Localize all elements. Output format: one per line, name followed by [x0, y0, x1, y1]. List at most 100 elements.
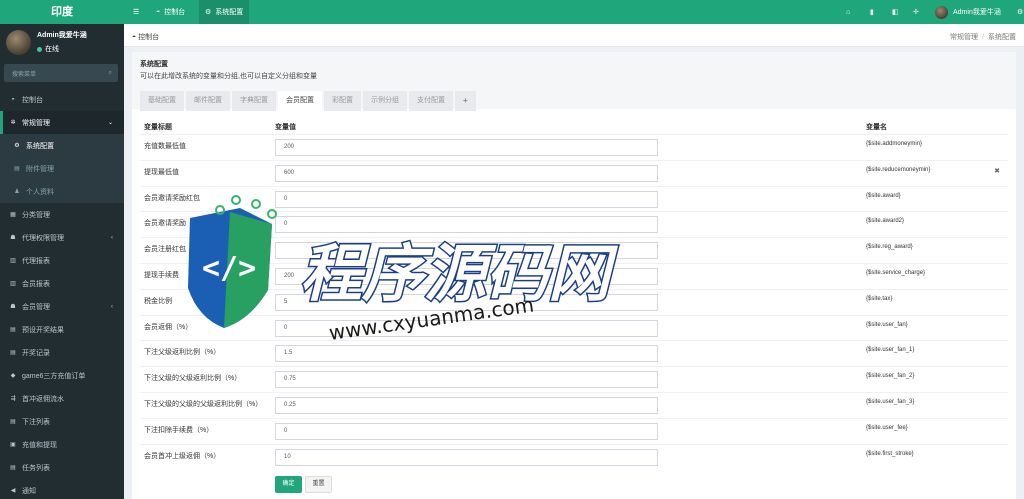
tab-example[interactable]: 示例分组	[363, 91, 407, 111]
row-value-input[interactable]: 0	[275, 190, 658, 208]
row-value-input[interactable]: 600	[275, 164, 658, 182]
bullhorn-icon: ◀	[10, 488, 16, 494]
sidebar-item-preset-result[interactable]: ▤ 预设开奖结果	[0, 318, 124, 341]
language-icon[interactable]: ◧	[892, 0, 899, 24]
row-variable-name: {$site.tax}	[866, 295, 893, 302]
fullscreen-icon[interactable]: ✢	[913, 0, 919, 24]
app-logo[interactable]: 印度	[0, 0, 124, 24]
panel-header: 系统配置 可以在此增改系统的变量和分组,也可以自定义分组和变量 基础配置 邮件配…	[132, 52, 1016, 111]
sidebar-item-dashboard[interactable]: ◓ 控制台	[0, 88, 124, 111]
row-value-input[interactable]: 0	[275, 319, 658, 337]
table-row: 会员邀请奖励 0 {$site.award2}	[140, 211, 1008, 236]
sidebar-item-task-list[interactable]: ▤ 任务列表	[0, 456, 124, 479]
row-title: 下注父级的父级返利比例（%）	[144, 375, 242, 383]
row-variable-name: {$site.award2}	[866, 218, 905, 225]
breadcrumb-item-general[interactable]: 常规管理	[950, 34, 978, 41]
table-row: 充值数最低值 200 {$site.addmoneymin}	[140, 134, 1008, 159]
sidebar-item-system-config[interactable]: ⚙ 系统配置	[0, 134, 124, 157]
tab-basic[interactable]: 基础配置	[140, 91, 184, 111]
sidebar-item-attachments[interactable]: ▤ 附件管理	[0, 157, 124, 180]
row-title: 充值数最低值	[144, 143, 186, 150]
row-variable-name: {$site.user_fan_1}	[866, 347, 915, 354]
breadcrumb: 常规管理 / 系统配置	[950, 34, 1016, 41]
row-value-input[interactable]: 10	[275, 448, 658, 466]
gear-icon: ⚙	[14, 143, 20, 149]
row-variable-name: {$site.award}	[866, 192, 901, 199]
home-icon[interactable]: ⌂	[846, 0, 850, 24]
sidebar-item-third-party-orders[interactable]: ◆ game6三方充值订单	[0, 364, 124, 387]
gear-icon: ⚙	[205, 9, 212, 16]
tab-dashboard[interactable]: ◓ 控制台	[148, 0, 193, 24]
row-value-input[interactable]: 0	[275, 216, 658, 234]
diamond-icon: ◆	[10, 373, 16, 379]
tab-dictionary[interactable]: 字典配置	[232, 91, 276, 111]
row-title: 税金比例	[144, 297, 172, 305]
sidebar-item-member-manage[interactable]: ☗ 会员管理 ‹	[0, 295, 124, 318]
row-value-input[interactable]	[275, 242, 658, 260]
tab-system-config[interactable]: ⚙ 系统配置	[199, 0, 250, 24]
sidebar: 印度 Admin我爱牛涵 在线 搜索菜单 ⌕ ◓ 控制台 ✲ 常规管理 ⌄ ⚙ 系统配置…	[0, 0, 124, 499]
sidebar-item-lottery-record[interactable]: ▤ 开奖记录	[0, 341, 124, 364]
row-variable-name: {$site.user_fan_2}	[866, 373, 915, 380]
breadcrumb-item-system-config: 系统配置	[988, 34, 1016, 41]
row-value-input[interactable]: 1.5	[275, 345, 658, 363]
row-variable-name: {$site.user_fee}	[866, 424, 908, 431]
row-value-input[interactable]: 0.75	[275, 371, 658, 389]
row-title: 提现最低值	[144, 168, 179, 176]
table-row: 下注父级的父级的父级返利比例（%） 0.25 {$site.user_fan_3}	[140, 392, 1008, 417]
report-icon: ▥	[10, 281, 16, 287]
row-title: 下注扣除手续费（%）	[144, 426, 214, 434]
sidebar-item-agent-permission[interactable]: ☗ 代理权限管理 ‹	[0, 226, 124, 249]
file-icon: ▤	[14, 166, 20, 172]
breadcrumb-home[interactable]: ◓ 控制台	[132, 32, 159, 42]
chevron-down-icon: ⌄	[107, 120, 113, 126]
col-header-value: 变量值	[275, 124, 296, 131]
sidebar-item-member-report[interactable]: ▥ 会员报表	[0, 272, 124, 295]
sidebar-item-notice[interactable]: ◀ 通知	[0, 479, 124, 499]
row-value-input[interactable]: 0	[275, 422, 658, 440]
page-title: 系统配置	[140, 61, 168, 68]
settings-gear-icon[interactable]: ⚙	[1017, 0, 1023, 24]
sidebar-menu: ◓ 控制台 ✲ 常规管理 ⌄ ⚙ 系统配置 ▤ 附件管理 ♟ 个人资料 ▦ 分类管理 ☗ 代理权…	[0, 88, 124, 499]
row-value-input[interactable]: 200	[275, 139, 658, 156]
sidebar-item-agent-report[interactable]: ▥ 代理报表	[0, 249, 124, 272]
user-icon: ♟	[14, 189, 20, 195]
tab-lottery[interactable]: 彩配置	[324, 91, 361, 111]
sidebar-item-general[interactable]: ✲ 常规管理 ⌄	[0, 111, 124, 134]
table-row: 下注扣除手续费（%） 0 {$site.user_fee}	[140, 417, 1008, 443]
tab-email[interactable]: 邮件配置	[186, 91, 230, 111]
sidebar-search-input[interactable]: 搜索菜单 ⌕	[4, 64, 118, 82]
search-icon[interactable]: ⌕	[109, 70, 112, 77]
row-value-input[interactable]: 5	[275, 293, 658, 311]
add-tab-button[interactable]: +	[455, 91, 476, 111]
row-value-input[interactable]: 0.25	[275, 397, 658, 414]
submit-button[interactable]: 确定	[275, 476, 302, 493]
tab-member[interactable]: 会员配置	[278, 91, 322, 111]
row-variable-name: {$site.addmoneymin}	[866, 141, 923, 147]
dashboard-icon: ◓	[11, 96, 15, 103]
row-title: 会员返佣（%）	[144, 323, 193, 331]
header-user-menu[interactable]: Admin我爱牛涵	[935, 0, 1001, 24]
sidebar-item-profile[interactable]: ♟ 个人资料	[0, 180, 124, 203]
users-icon: ☗	[10, 304, 16, 310]
sidebar-item-category[interactable]: ▦ 分类管理	[0, 203, 124, 226]
tab-payment[interactable]: 支付配置	[409, 91, 453, 111]
group-icon: ☗	[10, 235, 16, 241]
sidebar-item-bet-list[interactable]: ▤ 下注列表	[0, 410, 124, 433]
menu-toggle-icon[interactable]: ☰	[133, 0, 139, 24]
row-value-input[interactable]: 200	[275, 268, 658, 285]
sidebar-item-recharge-withdraw[interactable]: ▣ 充值和提现	[0, 433, 124, 456]
sidebar-item-first-recharge[interactable]: ⇶ 首冲返佣流水	[0, 387, 124, 410]
row-variable-name: {$site.reducemoneymin}	[866, 166, 931, 173]
report-icon: ▥	[10, 258, 16, 264]
chevron-left-icon: ‹	[111, 303, 113, 310]
trash-icon[interactable]: ▮	[870, 0, 874, 24]
avatar	[935, 5, 948, 19]
table-row: 会员注册红包 {$site.reg_award}	[140, 237, 1008, 262]
reset-button[interactable]: 重置	[305, 476, 332, 493]
row-title: 会员注册红包	[144, 246, 186, 254]
list-icon: ▦	[10, 212, 16, 218]
config-panel: 系统配置 可以在此增改系统的变量和分组,也可以自定义分组和变量 基础配置 邮件配…	[132, 52, 1016, 499]
list-icon: ▤	[10, 327, 16, 333]
delete-icon[interactable]: ✖	[994, 167, 1000, 175]
